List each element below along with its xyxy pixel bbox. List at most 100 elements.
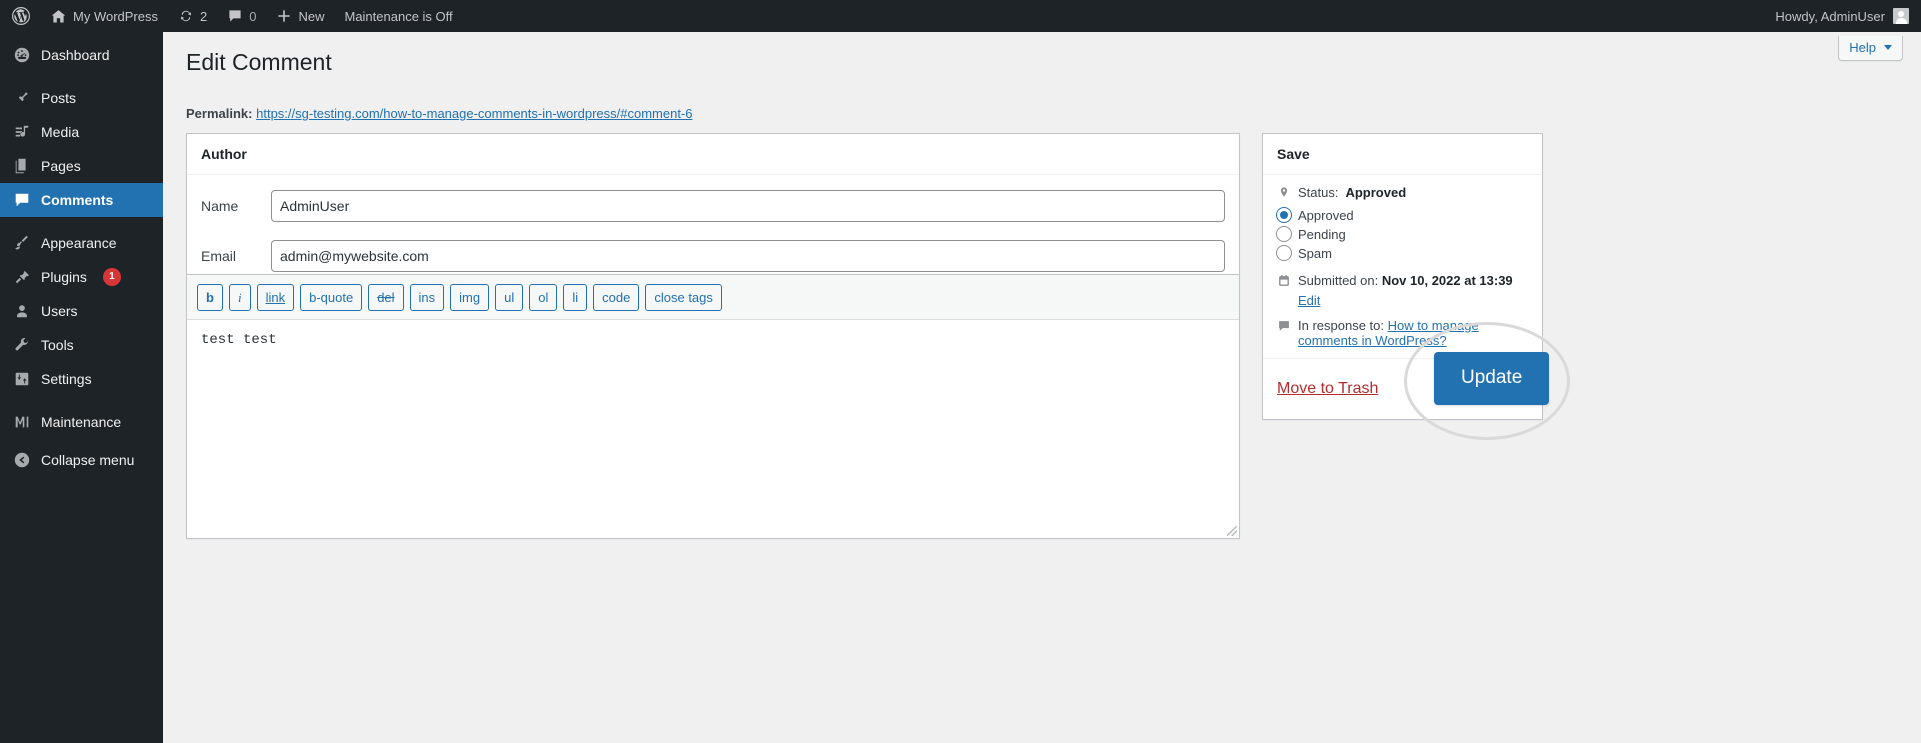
comments-count: 0 <box>249 8 257 24</box>
status-radio-spam[interactable]: Spam <box>1276 245 1528 261</box>
plugins-update-badge: 1 <box>102 268 121 286</box>
save-panel-heading: Save <box>1263 134 1542 175</box>
update-button-wrapper: Update <box>1434 352 1550 405</box>
home-icon <box>50 8 67 25</box>
email-field-label: Email <box>201 248 237 264</box>
media-icon <box>12 122 32 142</box>
pin-icon <box>12 88 32 108</box>
sidebar-item-pages[interactable]: Pages <box>0 149 163 183</box>
wordpress-logo-menu[interactable] <box>0 0 40 32</box>
update-button[interactable]: Update <box>1434 352 1550 405</box>
sidebar-item-appearance[interactable]: Appearance <box>0 226 163 260</box>
maintenance-status-label: Maintenance is Off <box>344 8 453 24</box>
status-value: Approved <box>1345 185 1407 200</box>
quicktag-closetags-button[interactable]: close tags <box>645 284 722 311</box>
collapse-icon <box>12 450 32 470</box>
comment-textarea[interactable]: test test <box>187 320 1239 538</box>
help-tab-button[interactable]: Help <box>1838 36 1903 61</box>
sidebar-item-dashboard[interactable]: Dashboard <box>0 38 163 72</box>
sidebar-item-label: Maintenance <box>41 414 122 430</box>
comment-text: test test <box>201 332 277 348</box>
maintenance-icon <box>12 412 32 432</box>
save-panel-body: Status: Approved Approved Pending Spam S… <box>1263 175 1542 348</box>
quicktag-b-button[interactable]: b <box>197 284 223 311</box>
sidebar-item-collapse-menu[interactable]: Collapse menu <box>0 443 163 477</box>
permalink-label: Permalink: <box>186 106 253 121</box>
sidebar-item-label: Settings <box>41 371 92 387</box>
new-label: New <box>298 8 325 24</box>
quicktag-li-button[interactable]: li <box>563 284 588 311</box>
permalink-link[interactable]: https://sg-testing.com/how-to-manage-com… <box>256 106 692 121</box>
field-row-name: Name AdminUser <box>201 181 1225 231</box>
sidebar-item-comments[interactable]: Comments <box>0 183 171 217</box>
move-to-trash-link[interactable]: Move to Trash <box>1277 380 1378 398</box>
updates-menu[interactable]: 2 <box>168 0 217 32</box>
quicktag-del-button[interactable]: del <box>368 284 404 311</box>
status-radio-approved[interactable]: Approved <box>1276 207 1528 223</box>
radio-pending-input[interactable] <box>1276 226 1292 242</box>
sidebar-item-users[interactable]: Users <box>0 294 163 328</box>
plus-icon <box>276 8 292 24</box>
comments-icon <box>12 190 32 210</box>
quicktag-img-button[interactable]: img <box>450 284 490 311</box>
submitted-label: Submitted on: <box>1298 273 1379 288</box>
email-field[interactable]: admin@mywebsite.com <box>271 240 1225 272</box>
site-name-menu[interactable]: My WordPress <box>40 0 168 32</box>
sidebar-item-maintenance[interactable]: Maintenance <box>0 405 163 439</box>
plug-icon <box>12 267 32 287</box>
status-line: Status: Approved <box>1277 185 1528 200</box>
sidebar-item-label: Tools <box>41 337 74 353</box>
maintenance-status-menu[interactable]: Maintenance is Off <box>334 0 462 32</box>
admin-bar-right: Howdy, AdminUser <box>1775 8 1921 24</box>
sidebar-item-label: Posts <box>41 90 77 106</box>
quicktag-bquote-button[interactable]: b-quote <box>300 284 363 311</box>
textarea-resize-handle[interactable] <box>1227 526 1237 536</box>
response-line: In response to: How to manage comments i… <box>1277 318 1528 348</box>
help-tab-label: Help <box>1849 40 1876 55</box>
status-label: Status: <box>1298 185 1339 200</box>
sliders-icon <box>12 369 32 389</box>
sidebar-item-label: Collapse menu <box>41 452 135 468</box>
comment-bubble-icon <box>227 8 243 24</box>
edit-date-link[interactable]: Edit <box>1298 293 1320 308</box>
menu-separator <box>0 217 163 226</box>
quicktag-code-button[interactable]: code <box>593 284 640 311</box>
sidebar-item-label: Plugins <box>41 269 87 285</box>
sidebar-item-plugins[interactable]: Plugins 1 <box>0 260 163 294</box>
menu-separator <box>0 396 163 405</box>
sidebar-item-posts[interactable]: Posts <box>0 81 163 115</box>
sidebar-item-label: Users <box>41 303 78 319</box>
sidebar-item-tools[interactable]: Tools <box>0 328 163 362</box>
comments-bubble-menu[interactable]: 0 <box>217 0 266 32</box>
sidebar-item-label: Dashboard <box>41 47 110 63</box>
comment-editor-panel: b i link b-quote del ins img ul ol li co… <box>186 274 1240 539</box>
quicktags-toolbar: b i link b-quote del ins img ul ol li co… <box>187 275 1239 320</box>
quicktag-ul-button[interactable]: ul <box>495 284 524 311</box>
admin-bar: My WordPress 2 0 New Maintenance is Off … <box>0 0 1921 32</box>
name-field[interactable]: AdminUser <box>271 190 1225 222</box>
menu-separator <box>0 72 163 81</box>
new-content-menu[interactable]: New <box>266 0 334 32</box>
avatar[interactable] <box>1893 8 1909 24</box>
wordpress-logo-icon <box>11 6 31 26</box>
page-title: Edit Comment <box>186 49 332 75</box>
radio-spam-input[interactable] <box>1276 245 1292 261</box>
sidebar-item-settings[interactable]: Settings <box>0 362 163 396</box>
radio-approved-input[interactable] <box>1276 207 1292 223</box>
author-panel-heading: Author <box>187 134 1239 175</box>
updates-icon <box>178 8 194 24</box>
quicktag-ol-button[interactable]: ol <box>529 284 558 311</box>
dashboard-icon <box>12 45 32 65</box>
sidebar-item-media[interactable]: Media <box>0 115 163 149</box>
name-field-label: Name <box>201 198 239 214</box>
pin-marker-icon <box>1277 186 1291 200</box>
radio-spam-label: Spam <box>1298 245 1332 261</box>
quicktag-i-button[interactable]: i <box>228 284 251 311</box>
status-radio-pending[interactable]: Pending <box>1276 226 1528 242</box>
response-label: In response to: <box>1298 318 1384 333</box>
howdy-label[interactable]: Howdy, AdminUser <box>1775 9 1893 24</box>
chevron-down-icon <box>1884 45 1892 50</box>
quicktag-ins-button[interactable]: ins <box>409 284 445 311</box>
user-icon <box>12 301 32 321</box>
quicktag-link-button[interactable]: link <box>256 284 295 311</box>
